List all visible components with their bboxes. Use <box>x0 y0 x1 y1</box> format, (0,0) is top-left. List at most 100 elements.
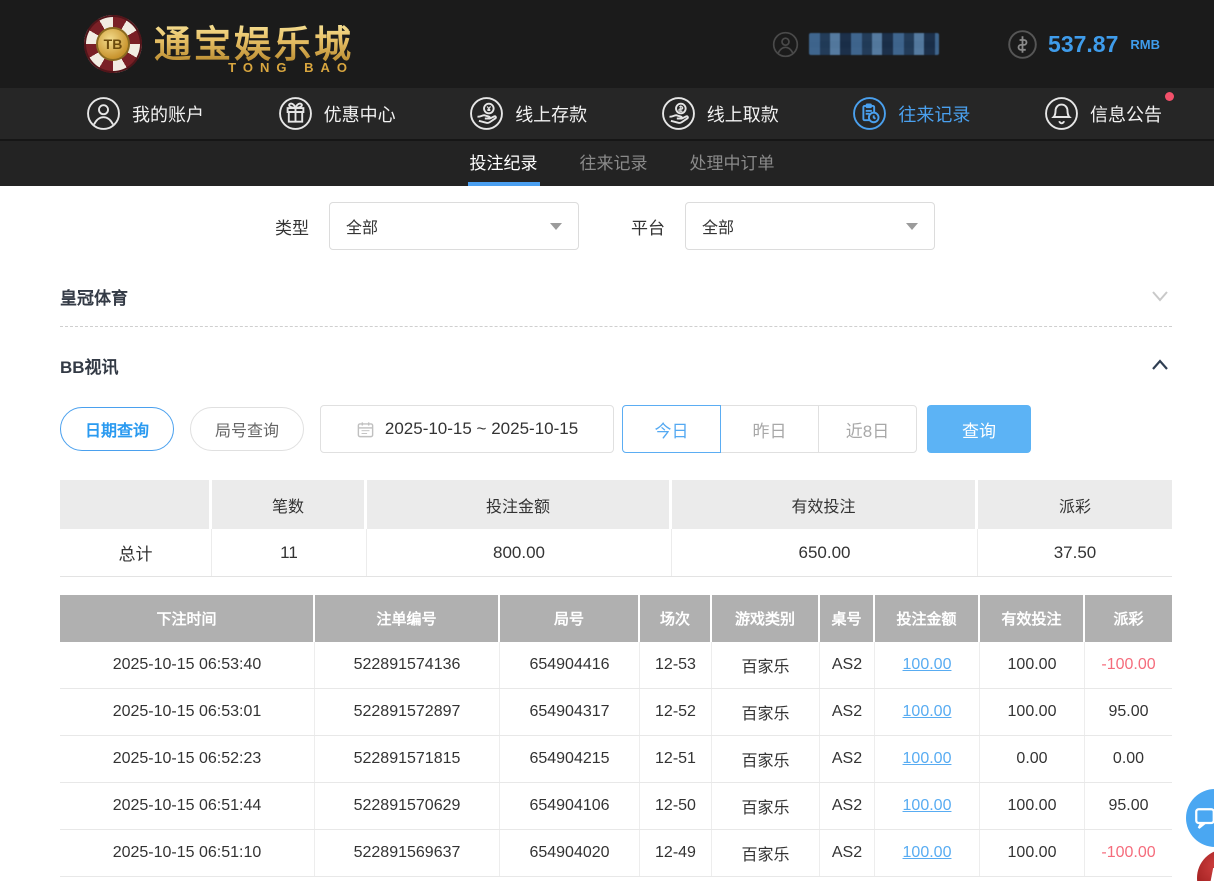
nav-item-records[interactable]: 往来记录 <box>852 96 970 131</box>
bet-amount-link[interactable]: 100.00 <box>903 750 952 768</box>
platform-select[interactable]: 全部 <box>685 202 935 250</box>
bet-time: 2025-10-15 06:51:10 <box>60 830 315 876</box>
nav-item-announcements[interactable]: 信息公告 <box>1044 96 1162 131</box>
summary-header-count: 笔数 <box>212 480 367 529</box>
chevron-down-icon <box>906 223 918 230</box>
divider <box>60 326 1172 327</box>
bet-id: 522891572897 <box>315 689 500 735</box>
nav-item-promotions[interactable]: 优惠中心 <box>278 96 396 131</box>
type-filter-label: 类型 <box>275 214 309 239</box>
bet-id: 522891574136 <box>315 642 500 688</box>
bet-amount-link[interactable]: 100.00 <box>903 797 952 815</box>
nav-label: 往来记录 <box>898 101 970 127</box>
bell-icon <box>1044 96 1079 131</box>
withdraw-icon <box>661 96 696 131</box>
summary-payout: 37.50 <box>978 529 1172 576</box>
bet-time: 2025-10-15 06:53:40 <box>60 642 315 688</box>
gift-icon <box>278 96 313 131</box>
deposit-icon <box>469 96 504 131</box>
table-row: 2025-10-15 06:53:01 522891572897 6549043… <box>60 689 1172 736</box>
bet-id: 522891569637 <box>315 830 500 876</box>
summary-total-label: 总计 <box>60 529 212 576</box>
user-account[interactable] <box>772 31 939 58</box>
bet-time: 2025-10-15 06:51:44 <box>60 783 315 829</box>
summary-header-empty <box>60 480 212 529</box>
query-toolbar: 日期查询 局号查询 2025-10-15 ~ 2025-10-15 今日 昨日 … <box>60 405 1172 453</box>
tab-pending-orders[interactable]: 处理中订单 <box>688 141 777 186</box>
type-select[interactable]: 全部 <box>329 202 579 250</box>
balance-display: 537.87 RMB <box>1007 29 1160 60</box>
bet-amount-link[interactable]: 100.00 <box>903 656 952 674</box>
tab-bet-records[interactable]: 投注纪录 <box>468 141 540 186</box>
bet-id: 522891570629 <box>315 783 500 829</box>
nav-label: 信息公告 <box>1090 101 1162 127</box>
summary-header-valid-bet: 有效投注 <box>672 480 978 529</box>
platform-select-value: 全部 <box>702 214 734 238</box>
col-game-type: 游戏类别 <box>712 595 820 642</box>
valid-bet: 100.00 <box>980 783 1085 829</box>
record-tabs: 投注纪录 往来记录 处理中订单 <box>0 141 1214 186</box>
logo-chip-icon: TB <box>84 15 142 73</box>
last-8-days-button[interactable]: 近8日 <box>818 405 917 453</box>
notification-dot <box>1165 92 1174 101</box>
date-query-button[interactable]: 日期查询 <box>60 407 174 451</box>
table-row: 2025-10-15 06:52:23 522891571815 6549042… <box>60 736 1172 783</box>
bet-id: 522891571815 <box>315 736 500 782</box>
type-select-value: 全部 <box>346 214 378 238</box>
session-no: 12-52 <box>640 689 712 735</box>
nav-item-withdraw[interactable]: 线上取款 <box>661 96 779 131</box>
user-icon <box>86 96 121 131</box>
chevron-down-icon <box>1148 284 1172 308</box>
round-no: 654904215 <box>500 736 640 782</box>
valid-bet: 100.00 <box>980 830 1085 876</box>
section-title: 皇冠体育 <box>60 284 128 309</box>
round-no: 654904020 <box>500 830 640 876</box>
logo-subtitle: TONG BAO <box>228 60 354 75</box>
main-nav: 我的账户 优惠中心 线上存款 线上取款 <box>0 88 1214 141</box>
table-row: 2025-10-15 06:51:44 522891570629 6549041… <box>60 783 1172 830</box>
today-button[interactable]: 今日 <box>622 405 721 453</box>
col-payout: 派彩 <box>1085 595 1172 642</box>
bet-amount-link[interactable]: 100.00 <box>903 703 952 721</box>
bet-time: 2025-10-15 06:52:23 <box>60 736 315 782</box>
valid-bet: 100.00 <box>980 642 1085 688</box>
site-logo[interactable]: TB 通宝娱乐城 TONG BAO <box>84 14 354 75</box>
bet-amount-link[interactable]: 100.00 <box>903 844 952 862</box>
game-type: 百家乐 <box>712 830 820 876</box>
cs-logo-icon: b <box>1209 863 1214 881</box>
platform-filter-label: 平台 <box>631 214 665 239</box>
summary-table: 笔数 投注金额 有效投注 派彩 总计 11 800.00 650.00 37.5… <box>60 480 1172 577</box>
game-type: 百家乐 <box>712 689 820 735</box>
round-query-button[interactable]: 局号查询 <box>190 407 304 451</box>
username-masked <box>809 33 939 55</box>
valid-bet: 100.00 <box>980 689 1085 735</box>
summary-valid-bet: 650.00 <box>672 529 978 576</box>
nav-item-my-account[interactable]: 我的账户 <box>86 96 204 131</box>
yesterday-button[interactable]: 昨日 <box>720 405 819 453</box>
col-bet-amount: 投注金额 <box>875 595 980 642</box>
balance-currency: RMB <box>1130 37 1160 52</box>
section-bb-live[interactable]: BB视讯 <box>60 343 1172 387</box>
col-bet-time: 下注时间 <box>60 595 315 642</box>
date-range-input[interactable]: 2025-10-15 ~ 2025-10-15 <box>320 405 614 453</box>
table-no: AS2 <box>820 689 875 735</box>
nav-item-deposit[interactable]: 线上存款 <box>469 96 587 131</box>
payout-cell: 95.00 <box>1085 689 1172 735</box>
tab-transaction-records[interactable]: 往来记录 <box>578 141 650 186</box>
col-round: 局号 <box>500 595 640 642</box>
filter-row: 类型 全部 平台 全部 <box>275 202 1172 250</box>
search-button[interactable]: 查询 <box>927 405 1031 453</box>
user-avatar-icon <box>772 31 799 58</box>
calendar-icon <box>356 420 375 439</box>
date-range-value: 2025-10-15 ~ 2025-10-15 <box>385 419 578 439</box>
chevron-up-icon <box>1148 353 1172 377</box>
summary-header-row: 笔数 投注金额 有效投注 派彩 <box>60 480 1172 529</box>
game-type: 百家乐 <box>712 642 820 688</box>
chat-icon <box>1190 803 1214 833</box>
bet-time: 2025-10-15 06:53:01 <box>60 689 315 735</box>
balance-amount: 537.87 <box>1048 31 1118 58</box>
chevron-down-icon <box>550 223 562 230</box>
table-row: 2025-10-15 06:53:40 522891574136 6549044… <box>60 642 1172 689</box>
top-header: TB 通宝娱乐城 TONG BAO 537.87 RMB <box>0 0 1214 88</box>
section-crown-sports[interactable]: 皇冠体育 <box>60 274 1172 318</box>
